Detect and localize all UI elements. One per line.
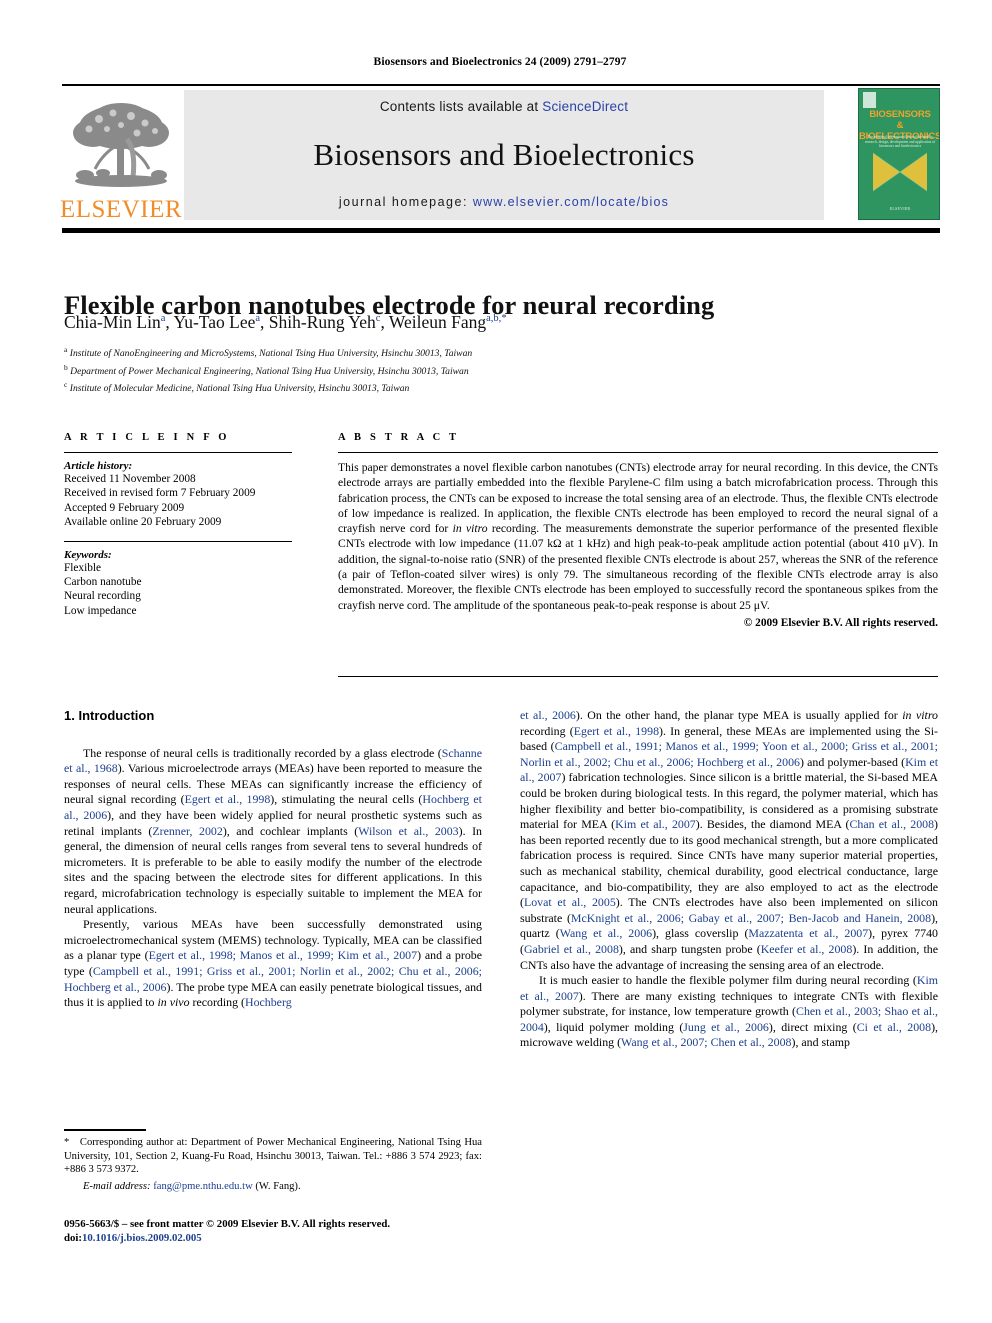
sciencedirect-band: Contents lists available at ScienceDirec…	[184, 90, 824, 220]
contents-line: Contents lists available at ScienceDirec…	[380, 99, 628, 114]
journal-homepage-link[interactable]: www.elsevier.com/locate/bios	[473, 195, 669, 209]
issn-line: 0956-5663/$ – see front matter © 2009 El…	[64, 1218, 391, 1230]
imprint-block: 0956-5663/$ – see front matter © 2009 El…	[64, 1217, 482, 1245]
keyword-item: Neural recording	[64, 590, 141, 603]
cover-title-amp: &	[896, 120, 904, 131]
body-column-left: 1. Introduction The response of neural c…	[64, 708, 482, 1011]
affiliation-mark: a	[64, 345, 68, 354]
paragraph: et al., 2006). On the other hand, the pl…	[520, 708, 939, 972]
abstract-heading: A B S T R A C T	[338, 432, 460, 443]
cover-publisher-mark-icon	[863, 92, 876, 108]
paragraph: Presently, various MEAs have been succes…	[64, 917, 482, 1010]
contents-prefix: Contents lists available at	[379, 99, 543, 114]
footnote-rule	[64, 1129, 146, 1131]
journal-header: ELSEVIER Contents lists available at Sci…	[59, 84, 940, 226]
section-heading-introduction: 1. Introduction	[64, 708, 155, 723]
affiliation-item: a Institute of NanoEngineering and Micro…	[64, 343, 924, 361]
cover-title-line1: BIOSENSORS	[869, 109, 931, 120]
history-item: Received in revised form 7 February 2009	[64, 487, 256, 500]
running-head: Biosensors and Bioelectronics 24 (2009) …	[373, 56, 627, 68]
paragraph: The response of neural cells is traditio…	[64, 745, 483, 916]
doi-prefix: doi:	[64, 1232, 82, 1244]
affiliation-mark: c	[64, 380, 68, 390]
history-item: Accepted 9 February 2009	[64, 501, 185, 514]
cover-footer: ELSEVIER	[889, 206, 911, 211]
elsevier-wordmark: ELSEVIER	[59, 196, 183, 223]
abstract-text: This paper demonstrates a novel flexible…	[338, 461, 938, 612]
affiliation-text: Institute of NanoEngineering and MicroSy…	[69, 348, 473, 360]
paper-page: Biosensors and Bioelectronics 24 (2009) …	[0, 0, 992, 1323]
article-info-rule	[64, 452, 292, 453]
header-bottom-rule	[62, 228, 940, 233]
history-item: Received 11 November 2008	[64, 473, 196, 485]
abstract-rule	[338, 452, 938, 453]
keywords-list: Flexible Carbon nanotube Neural recordin…	[64, 561, 292, 619]
article-info-block: A R T I C L E I N F O Article history: R…	[64, 432, 292, 618]
keywords-label: Keywords:	[64, 548, 112, 561]
doi-line: doi:10.1016/j.bios.2009.02.005	[64, 1231, 482, 1245]
abstract-bottom-rule	[338, 676, 938, 677]
journal-cover-thumbnail[interactable]: BIOSENSORS & BIOELECTRONICS The principa…	[858, 88, 940, 220]
article-info-heading: A R T I C L E I N F O	[64, 432, 230, 443]
cover-bowtie-graphic-icon	[872, 151, 928, 198]
abstract-block: A B S T R A C T This paper demonstrates …	[338, 432, 938, 629]
affiliation-mark: b	[64, 362, 68, 372]
doi-link[interactable]: 10.1016/j.bios.2009.02.005	[82, 1232, 202, 1244]
author-list: Chia-Min Lina, Yu-Tao Leea, Shih-Rung Ye…	[64, 312, 507, 332]
keyword-item: Carbon nanotube	[64, 576, 142, 589]
keywords-rule	[64, 540, 292, 542]
cover-subtitle: The principal international journal devo…	[864, 135, 936, 149]
affiliation-text: Department of Power Mechanical Engineeri…	[70, 365, 469, 377]
footnote-block: * Corresponding author at: Department of…	[64, 1136, 482, 1193]
body-column-right: et al., 2006). On the other hand, the pl…	[520, 708, 938, 1051]
elsevier-logo: ELSEVIER	[59, 88, 183, 224]
affiliation-text: Institute of Molecular Medicine, Nationa…	[69, 383, 410, 395]
journal-homepage-line: journal homepage: www.elsevier.com/locat…	[339, 195, 669, 209]
email-note: E-mail address: fang@pme.nthu.edu.tw (W.…	[83, 1180, 301, 1192]
abstract-copyright: © 2009 Elsevier B.V. All rights reserved…	[743, 616, 938, 629]
journal-title: Biosensors and Bioelectronics	[313, 136, 695, 172]
paragraph: It is much easier to handle the flexible…	[520, 973, 938, 1050]
keyword-item: Flexible	[64, 561, 102, 574]
article-history-label: Article history:	[64, 460, 133, 472]
affiliation-item: b Department of Power Mechanical Enginee…	[64, 361, 924, 379]
affiliation-item: c Institute of Molecular Medicine, Natio…	[64, 378, 924, 396]
article-history-list: Received 11 November 2008 Received in re…	[64, 472, 292, 530]
sciencedirect-link[interactable]: ScienceDirect	[542, 99, 628, 114]
elsevier-tree-icon	[69, 99, 173, 195]
history-item: Available online 20 February 2009	[64, 516, 222, 529]
corresponding-author-note: * Corresponding author at: Department of…	[64, 1137, 482, 1176]
keyword-item: Low impedance	[64, 604, 137, 617]
homepage-prefix: journal homepage:	[338, 195, 473, 209]
affiliation-list: a Institute of NanoEngineering and Micro…	[64, 343, 924, 396]
